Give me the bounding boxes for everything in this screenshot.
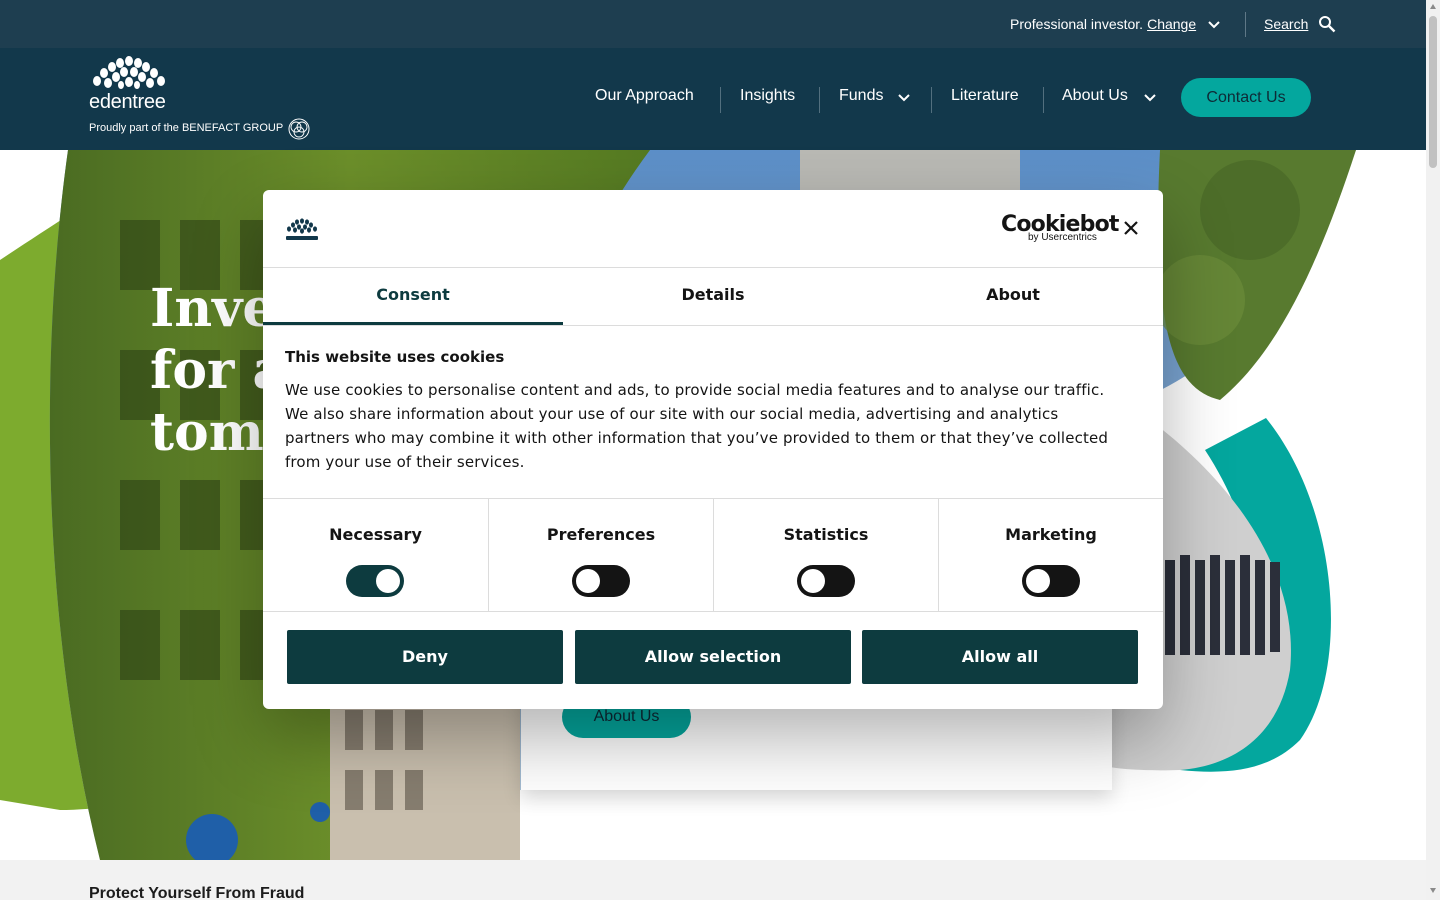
category-statistics: Statistics — [713, 499, 938, 612]
change-investor-link[interactable]: Change — [1147, 16, 1196, 32]
category-label: Preferences — [546, 525, 656, 544]
dialog-actions: Deny Allow selection Allow all — [287, 630, 1139, 684]
nav-literature[interactable]: Literature — [951, 87, 1019, 105]
deny-button[interactable]: Deny — [287, 630, 563, 684]
tab-details[interactable]: Details — [563, 268, 863, 325]
fraud-heading: Protect Yourself From Fraud — [89, 885, 305, 900]
page-scrollbar[interactable] — [1426, 0, 1440, 900]
utility-bar: Professional investor. Change Search — [0, 0, 1426, 48]
scroll-up-arrow-icon[interactable] — [1429, 3, 1437, 11]
investor-type-text: Professional investor. — [1010, 16, 1144, 32]
preferences-toggle[interactable] — [572, 565, 630, 597]
nav-divider — [819, 87, 820, 113]
dialog-title: This website uses cookies — [285, 348, 505, 366]
tab-consent-label: Consent — [376, 285, 450, 304]
tab-about[interactable]: About — [863, 268, 1163, 325]
benefact-knot-icon — [288, 118, 310, 140]
chevron-down-icon[interactable] — [1207, 17, 1221, 31]
allow-selection-button[interactable]: Allow selection — [575, 630, 851, 684]
search-link[interactable]: Search — [1264, 16, 1308, 32]
tab-details-label: Details — [681, 285, 745, 304]
edentree-logo-icon — [286, 218, 318, 240]
dialog-tabs: Consent Details About — [263, 268, 1163, 326]
edentree-logo[interactable]: edentree Proudly part of the BENEFACT GR… — [89, 56, 329, 142]
necessary-toggle[interactable] — [346, 565, 404, 597]
fraud-notice-band: Protect Yourself From Fraud — [0, 860, 1426, 900]
category-label: Statistics — [783, 525, 869, 544]
tab-consent[interactable]: Consent — [263, 268, 563, 325]
nav-divider — [931, 87, 932, 113]
toggle-knob — [1026, 569, 1050, 593]
chevron-down-icon[interactable] — [1143, 90, 1157, 104]
tab-about-label: About — [986, 285, 1040, 304]
toggle-knob — [376, 569, 400, 593]
nav-about-us[interactable]: About Us — [1062, 87, 1128, 105]
scrollbar-thumb[interactable] — [1429, 16, 1437, 168]
category-marketing: Marketing — [938, 499, 1163, 612]
statistics-toggle[interactable] — [797, 565, 855, 597]
nav-insights[interactable]: Insights — [740, 87, 795, 105]
search-icon[interactable] — [1318, 15, 1336, 33]
toggle-knob — [801, 569, 825, 593]
cookiebot-logo-subtitle: by Usercentrics — [1028, 232, 1097, 243]
logo-wordmark: edentree — [89, 91, 166, 113]
cookie-categories: Necessary Preferences Statistics Marketi… — [263, 498, 1163, 612]
active-tab-indicator — [263, 322, 563, 325]
category-preferences: Preferences — [488, 499, 713, 612]
allow-all-button[interactable]: Allow all — [862, 630, 1138, 684]
cookie-consent-dialog: Cookiebot by Usercentrics Consent Detail… — [263, 190, 1163, 709]
category-necessary: Necessary — [263, 499, 488, 612]
divider — [1245, 12, 1246, 37]
nav-divider — [720, 87, 721, 113]
dialog-header: Cookiebot by Usercentrics — [263, 190, 1163, 268]
category-label: Necessary — [329, 525, 422, 544]
nav-our-approach[interactable]: Our Approach — [595, 87, 694, 105]
nav-divider — [1043, 87, 1044, 113]
toggle-knob — [576, 569, 600, 593]
scroll-down-arrow-icon[interactable] — [1429, 886, 1437, 894]
dialog-description: We use cookies to personalise content an… — [285, 381, 1109, 471]
investor-type: Professional investor. Change — [1010, 16, 1196, 32]
close-icon[interactable] — [1123, 220, 1139, 236]
marketing-toggle[interactable] — [1022, 565, 1080, 597]
contact-us-button[interactable]: Contact Us — [1181, 78, 1311, 117]
tree-logo-icon — [93, 56, 165, 89]
logo-tagline: Proudly part of the BENEFACT GROUP — [89, 122, 284, 134]
nav-funds[interactable]: Funds — [839, 87, 883, 105]
category-label: Marketing — [1005, 525, 1097, 544]
chevron-down-icon[interactable] — [897, 90, 911, 104]
dialog-body: This website uses cookies We use cookies… — [285, 348, 1125, 474]
